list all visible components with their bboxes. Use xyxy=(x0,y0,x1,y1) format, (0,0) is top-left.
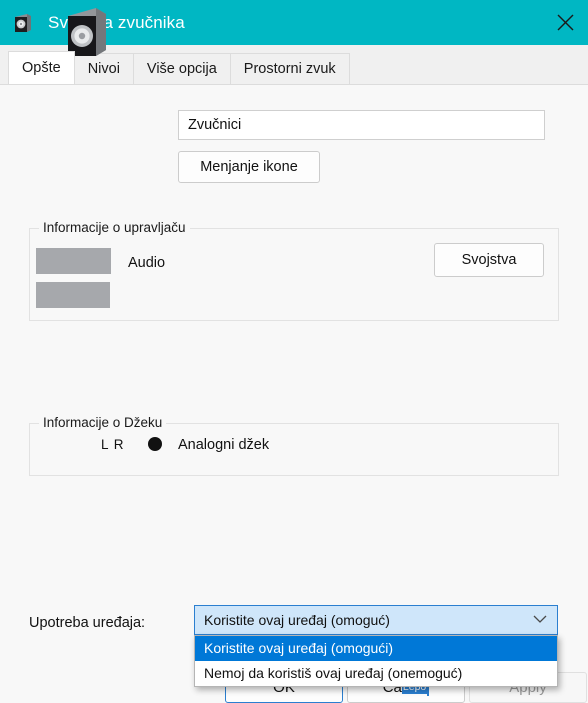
device-usage-label: Upotreba uređaja: xyxy=(29,615,146,631)
tab-prostorni-zvuk[interactable]: Prostorni zvuk xyxy=(229,53,350,84)
driver-audio-label: Audio xyxy=(128,255,166,271)
close-icon xyxy=(557,14,573,31)
jack-type-label: Analogni džek xyxy=(178,437,270,453)
jack-channels-label: L R xyxy=(101,437,125,452)
device-usage-dropdown[interactable]: Koristite ovaj uređaj (omogući) Nemoj da… xyxy=(194,635,558,687)
tab-opste[interactable]: Opšte xyxy=(8,51,75,84)
change-icon-button[interactable]: Menjanje ikone xyxy=(178,151,320,183)
chevron-down-icon xyxy=(533,611,547,629)
tab-vise-opcija[interactable]: Više opcija xyxy=(132,53,231,84)
jack-dot-icon xyxy=(148,437,162,451)
dropdown-option-disable[interactable]: Nemoj da koristiš ovaj uređaj (onemoguć) xyxy=(195,661,557,686)
device-usage-selected-value: Koristite ovaj uređaj (omoguć) xyxy=(204,612,390,628)
device-name-input[interactable] xyxy=(178,110,545,140)
dropdown-option-enable[interactable]: Koristite ovaj uređaj (omogući) xyxy=(195,636,557,661)
redacted-driver-detail xyxy=(36,282,110,308)
speaker-properties-window: Svojstva zvučnika Opšte Nivoi Više opcij… xyxy=(0,0,588,703)
speaker-icon xyxy=(11,11,35,35)
jack-info-title: Informacije o Džeku xyxy=(39,415,167,430)
driver-properties-button[interactable]: Svojstva xyxy=(434,243,544,277)
device-usage-select[interactable]: Koristite ovaj uređaj (omoguć) xyxy=(194,605,558,635)
driver-info-title: Informacije o upravljaču xyxy=(39,220,190,235)
close-button[interactable] xyxy=(542,0,588,45)
redacted-driver-name xyxy=(36,248,111,274)
